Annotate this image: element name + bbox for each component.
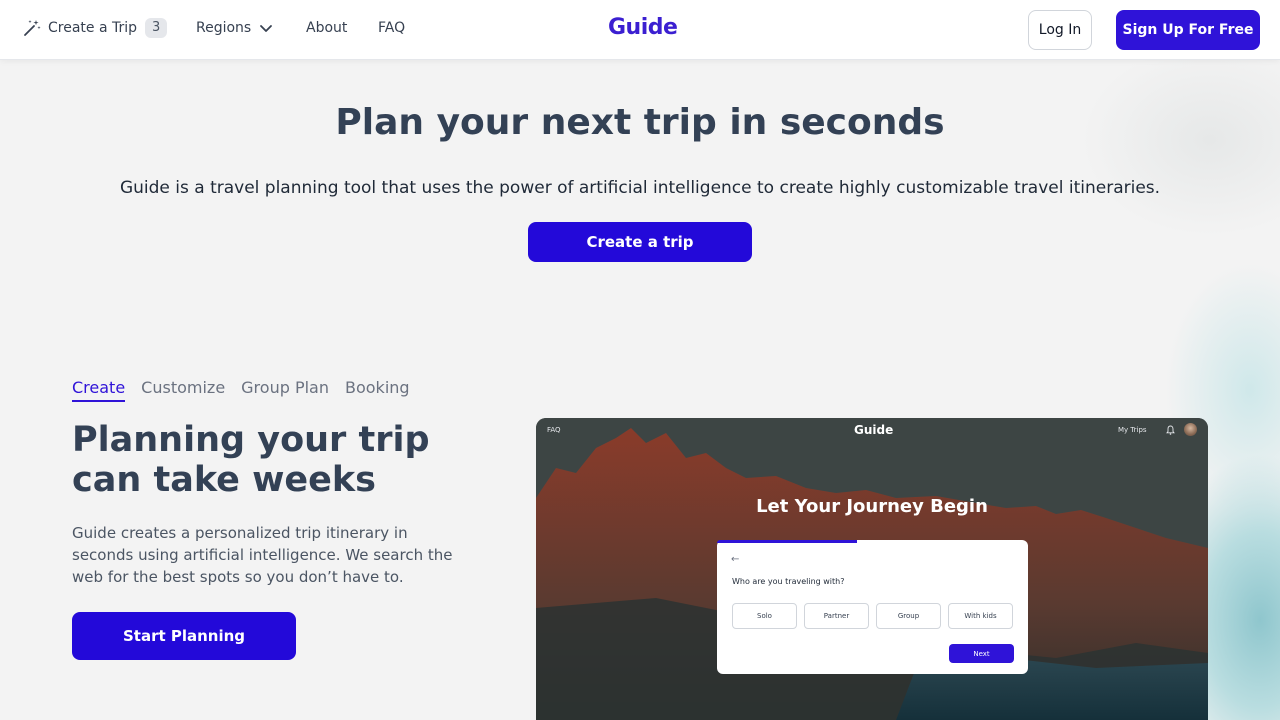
mock-guide-logo: Guide (854, 423, 894, 437)
mock-faq-link: FAQ (547, 426, 561, 434)
chevron-down-icon (260, 25, 273, 32)
hero-title: Plan your next trip in seconds (0, 102, 1280, 143)
login-button[interactable]: Log In (1028, 10, 1092, 50)
signup-button[interactable]: Sign Up For Free (1116, 10, 1260, 50)
mock-question-card: ← Who are you traveling with? Solo Partn… (717, 540, 1028, 674)
mock-option-partner: Partner (804, 603, 869, 629)
regions-dropdown[interactable]: Regions (196, 20, 273, 36)
start-planning-button[interactable]: Start Planning (72, 612, 296, 660)
tab-create[interactable]: Create (72, 378, 126, 402)
faq-link[interactable]: FAQ (378, 20, 405, 36)
feature-tabs: Create Customize Group Plan Booking (72, 378, 426, 402)
mock-question: Who are you traveling with? (732, 577, 845, 586)
guide-logo[interactable]: Guide (608, 15, 678, 40)
create-trip-label: Create a Trip (48, 20, 138, 36)
trip-count-badge: 3 (145, 18, 168, 38)
feature-description: Guide creates a personalized trip itiner… (72, 524, 453, 586)
bell-icon (1166, 425, 1175, 435)
mock-option-solo: Solo (732, 603, 797, 629)
create-trip-button[interactable]: Create a trip (528, 222, 752, 262)
mock-options: Solo Partner Group With kids (732, 603, 1020, 629)
tab-booking[interactable]: Booking (345, 378, 410, 402)
about-link[interactable]: About (306, 20, 347, 36)
mock-progress-bar (717, 540, 857, 543)
hero-subtitle: Guide is a travel planning tool that use… (119, 178, 1161, 198)
tab-customize[interactable]: Customize (141, 378, 225, 402)
arrow-left-icon: ← (731, 554, 740, 565)
avatar (1184, 423, 1197, 436)
app-preview-screenshot: FAQ Guide My Trips Let Your Journey Begi… (536, 418, 1208, 720)
mock-next-button: Next (949, 644, 1014, 663)
feature-title: Planning your trip can take weeks (72, 420, 430, 500)
top-navigation: Create a Trip 3 Regions About FAQ Guide … (0, 0, 1280, 60)
hero-title-bold: in seconds (729, 102, 945, 143)
create-trip-nav-button[interactable]: Create a Trip 3 (22, 18, 168, 38)
regions-label: Regions (196, 20, 252, 36)
mock-option-with-kids: With kids (948, 603, 1013, 629)
magic-wand-icon (24, 20, 41, 36)
hero-title-plain: Plan your next trip (335, 102, 730, 143)
mock-my-trips: My Trips (1118, 426, 1147, 434)
mock-heading: Let Your Journey Begin (756, 496, 988, 517)
mock-option-group: Group (876, 603, 941, 629)
tab-group-plan[interactable]: Group Plan (241, 378, 329, 402)
